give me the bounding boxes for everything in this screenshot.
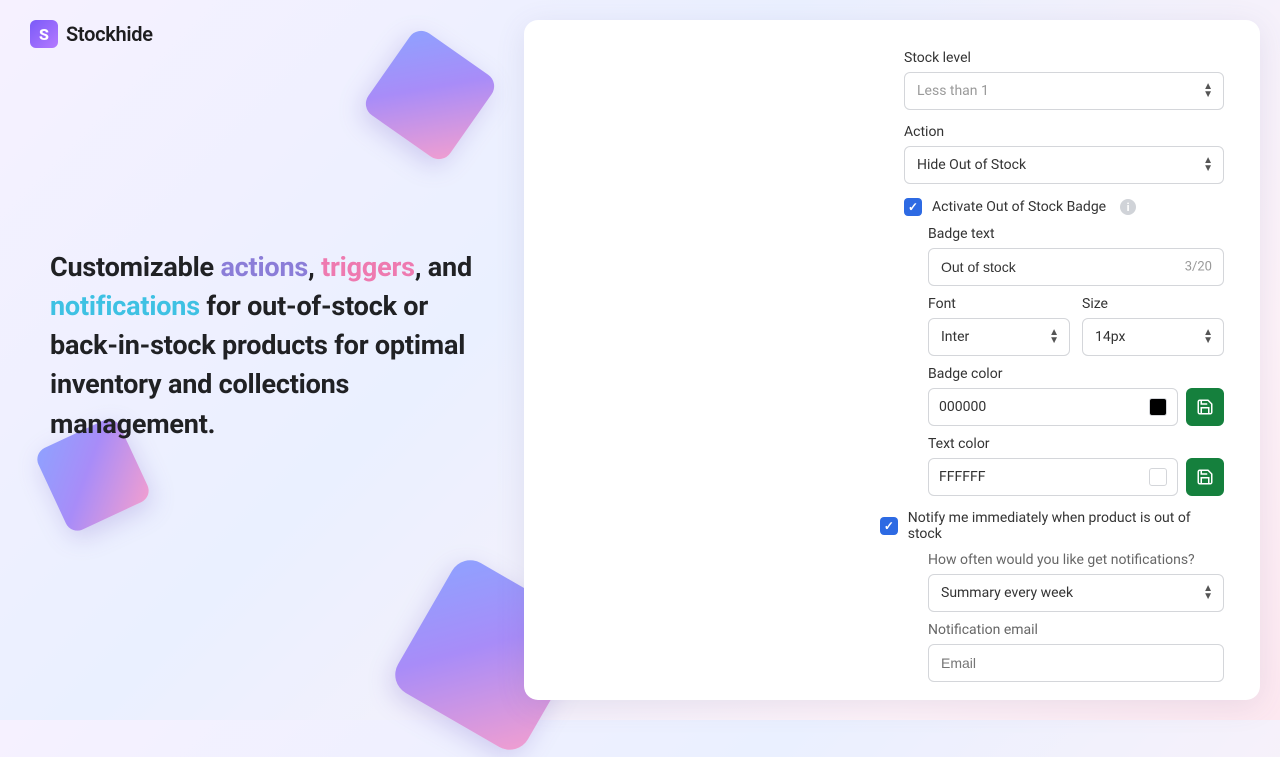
brand: S Stockhide <box>30 20 153 48</box>
marketing-headline: Customizable actions, triggers, and noti… <box>50 248 490 444</box>
font-label: Font <box>928 296 1070 312</box>
color-swatch-icon <box>1149 398 1167 416</box>
action-select[interactable]: Hide Out of Stock ▲▼ <box>904 146 1224 184</box>
brand-logo-icon: S <box>30 20 58 48</box>
notify-email-input[interactable] <box>928 644 1224 682</box>
activate-badge-checkbox[interactable]: ✓ <box>904 198 922 216</box>
badge-text-input[interactable] <box>928 248 1224 286</box>
hl-actions: actions <box>220 251 308 283</box>
color-swatch-icon <box>1149 468 1167 486</box>
save-icon <box>1196 468 1214 486</box>
hl-notifications: notifications <box>50 290 200 322</box>
chevron-updown-icon: ▲▼ <box>1203 83 1213 99</box>
font-select[interactable]: Inter ▲▼ <box>928 318 1070 356</box>
notify-label: Notify me immediately when product is ou… <box>908 510 1224 542</box>
action-label: Action <box>904 124 1224 140</box>
notify-freq-label: How often would you like get notificatio… <box>928 552 1224 568</box>
badge-text-counter: 3/20 <box>1185 260 1212 275</box>
chevron-updown-icon: ▲▼ <box>1203 585 1213 601</box>
save-icon <box>1196 398 1214 416</box>
notify-freq-select[interactable]: Summary every week ▲▼ <box>928 574 1224 612</box>
info-icon[interactable]: i <box>1120 199 1136 215</box>
text-color-save-button[interactable] <box>1186 458 1224 496</box>
brand-name: Stockhide <box>66 22 153 46</box>
size-select[interactable]: 14px ▲▼ <box>1082 318 1224 356</box>
stock-level-label: Stock level <box>904 50 1224 66</box>
settings-panel: Stock level Less than 1 ▲▼ Action Hide O… <box>524 20 1260 700</box>
size-label: Size <box>1082 296 1224 312</box>
activate-badge-label: Activate Out of Stock Badge <box>932 199 1106 215</box>
notify-email-label: Notification email <box>928 622 1224 638</box>
badge-color-save-button[interactable] <box>1186 388 1224 426</box>
decor-cube <box>360 25 499 164</box>
badge-color-label: Badge color <box>928 366 1224 382</box>
text-color-label: Text color <box>928 436 1224 452</box>
hl-triggers: triggers <box>321 251 415 283</box>
badge-color-input[interactable]: 000000 <box>928 388 1178 426</box>
text-color-input[interactable]: FFFFFF <box>928 458 1178 496</box>
badge-text-label: Badge text <box>928 226 1224 242</box>
notify-checkbox[interactable]: ✓ <box>880 517 898 535</box>
stock-level-select[interactable]: Less than 1 ▲▼ <box>904 72 1224 110</box>
chevron-updown-icon: ▲▼ <box>1049 329 1059 345</box>
chevron-updown-icon: ▲▼ <box>1203 329 1213 345</box>
chevron-updown-icon: ▲▼ <box>1203 157 1213 173</box>
